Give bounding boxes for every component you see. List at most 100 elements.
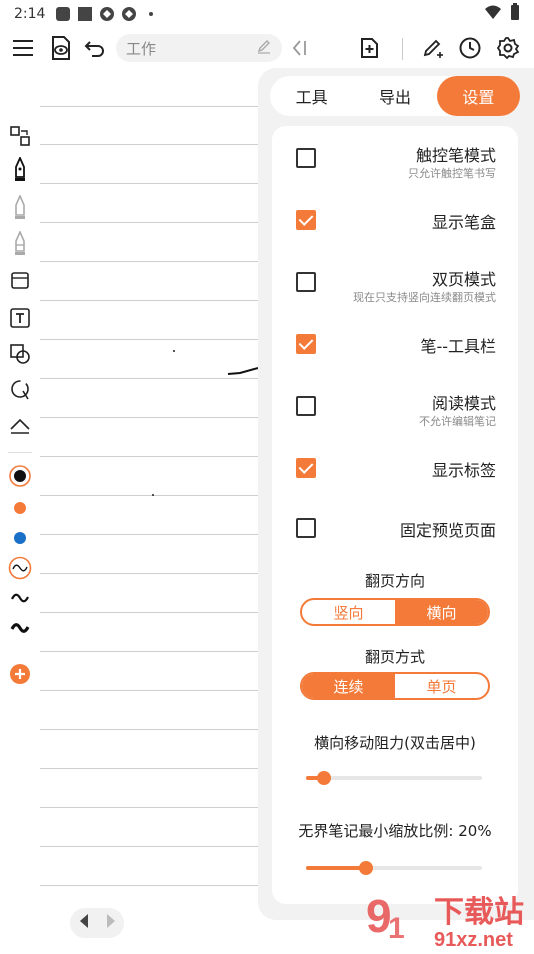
option-label: 阅读模式 (431, 394, 496, 413)
settings-panel: 工具 导出 设置 触控笔模式 只允许触控笔书写 显示笔盒 双页模式 现在只支持竖… (258, 68, 534, 920)
option-sub: 只允许触控笔书写 (408, 167, 496, 180)
status-bar: 2:14 (0, 0, 534, 28)
highlighter-tool-icon[interactable] (8, 231, 32, 256)
option-show-penbox[interactable]: 显示笔盒 (272, 192, 518, 248)
stroke-width-thin-icon[interactable] (8, 556, 32, 580)
add-page-icon[interactable] (352, 31, 386, 65)
stylus-mode-checkbox[interactable] (296, 148, 316, 168)
tab-settings[interactable]: 设置 (436, 76, 520, 116)
resistance-slider[interactable] (306, 771, 482, 785)
ink-strokes (152, 350, 259, 496)
panel-tabs: 工具 导出 设置 (270, 76, 520, 116)
page-direction-toggle: 竖向 横向 (300, 598, 490, 626)
svg-text:1: 1 (388, 912, 405, 945)
ruler-tool-icon[interactable] (8, 414, 32, 438)
notification-sync-icon (99, 6, 115, 22)
option-label: 双页模式 (431, 270, 496, 289)
direction-vertical-option[interactable]: 竖向 (302, 600, 395, 624)
add-pen-icon[interactable] (416, 31, 450, 65)
battery-icon (510, 3, 520, 25)
option-label: 显示笔盒 (431, 213, 496, 232)
zoom-slider[interactable] (306, 861, 482, 875)
ruled-line (40, 846, 260, 847)
show-tags-checkbox[interactable] (296, 458, 316, 478)
add-pen-plus-icon[interactable] (8, 662, 32, 686)
edit-pencil-icon (256, 38, 272, 58)
option-label: 笔--工具栏 (420, 337, 496, 356)
settings-gear-icon[interactable] (491, 31, 525, 65)
option-pen-toolbar[interactable]: 笔--工具栏 (272, 316, 518, 372)
stroke-width-thick-icon[interactable] (8, 616, 32, 640)
ruled-line (40, 885, 260, 886)
ruled-line (40, 807, 260, 808)
rail-divider (8, 452, 32, 453)
more-dot-icon (143, 6, 159, 22)
option-label: 显示标签 (431, 461, 496, 480)
collapse-panel-icon[interactable] (284, 31, 318, 65)
slider-fill (306, 866, 366, 870)
resistance-title: 横向移动阻力(双击居中) (314, 734, 476, 752)
ruled-line (40, 690, 260, 691)
pin-preview-checkbox[interactable] (296, 518, 316, 538)
ruled-line (40, 768, 260, 769)
slider-knob[interactable] (358, 861, 373, 875)
dual-page-checkbox[interactable] (296, 272, 316, 292)
show-penbox-checkbox[interactable] (296, 210, 316, 230)
ruled-line (40, 729, 260, 730)
page-navigator (70, 908, 124, 938)
top-toolbar: 工作 (0, 28, 534, 68)
option-read-mode[interactable]: 阅读模式 不允许编辑笔记 (272, 378, 518, 434)
option-sub: 现在只支持竖向连续翻页模式 (353, 291, 496, 304)
svg-text:下载站: 下载站 (434, 895, 524, 930)
tab-tools[interactable]: 工具 (270, 76, 353, 116)
option-label: 固定预览页面 (399, 521, 496, 540)
option-show-tags[interactable]: 显示标签 (272, 440, 518, 496)
settings-card: 触控笔模式 只允许触控笔书写 显示笔盒 双页模式 现在只支持竖向连续翻页模式 笔… (272, 126, 518, 904)
eraser-tool-icon[interactable] (8, 268, 32, 292)
slider-knob[interactable] (316, 771, 331, 785)
svg-text:91xz.net: 91xz.net (434, 929, 513, 950)
menu-icon[interactable] (6, 31, 40, 65)
note-title-input[interactable]: 工作 (116, 34, 282, 62)
option-stylus-mode[interactable]: 触控笔模式 只允许触控笔书写 (272, 130, 518, 186)
zoom-title: 无界笔记最小缩放比例: 20% (298, 822, 492, 840)
option-label: 触控笔模式 (415, 146, 496, 165)
ruled-line (40, 573, 260, 574)
pencil-tool-icon[interactable] (8, 195, 32, 220)
page-mode-toggle: 连续 单页 (300, 672, 490, 700)
history-clock-icon[interactable] (453, 31, 487, 65)
ruled-line (40, 651, 260, 652)
status-time: 2:14 (14, 6, 46, 22)
stroke-width-medium-icon[interactable] (8, 586, 32, 610)
option-pin-preview[interactable]: 固定预览页面 (272, 500, 518, 556)
prev-page-icon[interactable] (78, 913, 90, 933)
tab-export[interactable]: 导出 (353, 76, 436, 116)
notification-sync-icon (121, 6, 137, 22)
select-region-icon[interactable] (8, 124, 32, 148)
wifi-icon (484, 4, 502, 24)
option-dual-page[interactable]: 双页模式 现在只支持竖向连续翻页模式 (272, 254, 518, 310)
pen-toolbar-checkbox[interactable] (296, 334, 316, 354)
color-orange-swatch[interactable] (8, 496, 32, 520)
undo-icon[interactable] (78, 31, 112, 65)
mode-continuous-option[interactable]: 连续 (302, 674, 395, 698)
pen-tool-icon[interactable] (8, 157, 32, 182)
read-mode-checkbox[interactable] (296, 396, 316, 416)
lasso-tool-icon[interactable] (8, 378, 32, 402)
next-page-icon[interactable] (105, 913, 117, 933)
color-blue-swatch[interactable] (8, 526, 32, 550)
text-tool-icon[interactable] (8, 306, 32, 330)
shape-tool-icon[interactable] (8, 342, 32, 366)
mode-single-option[interactable]: 单页 (395, 674, 488, 698)
preview-doc-icon[interactable] (44, 31, 78, 65)
direction-horizontal-option[interactable]: 横向 (395, 600, 488, 624)
ruled-line (40, 612, 260, 613)
note-title-text: 工作 (126, 39, 157, 58)
page-direction-title: 翻页方向 (364, 572, 425, 590)
toolbar-divider (402, 38, 403, 60)
notification-app-icon (77, 6, 93, 22)
color-black-swatch[interactable] (8, 464, 32, 488)
page-mode-title: 翻页方式 (364, 648, 425, 666)
site-watermark: 9 1 下载站 91xz.net (362, 886, 534, 951)
notification-app-icon (55, 6, 71, 22)
